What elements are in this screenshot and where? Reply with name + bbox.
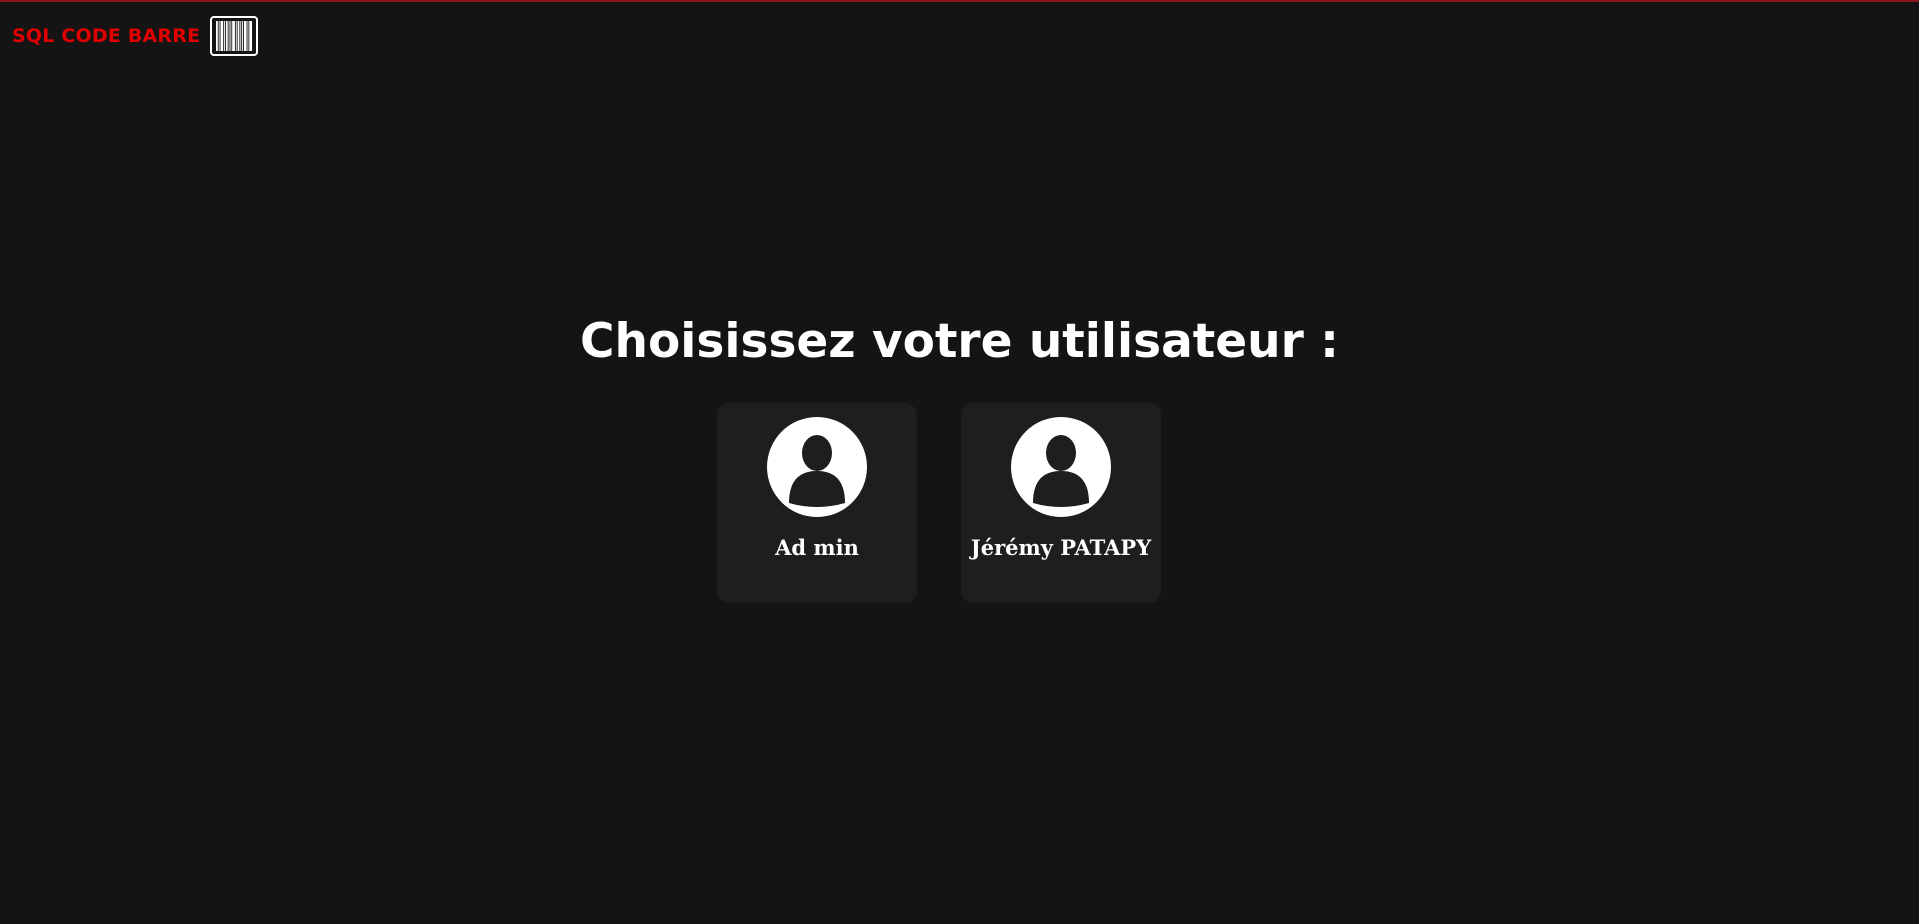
app-title: SQL CODE BARRE	[12, 25, 201, 47]
user-card-admin[interactable]: Ad min	[717, 403, 917, 603]
user-list: Ad min Jérémy PATAPY	[717, 403, 1161, 603]
barcode-icon	[210, 16, 259, 56]
page-title: Choisissez votre utilisateur :	[580, 314, 1339, 369]
user-name: Ad min	[775, 535, 859, 560]
app-logo[interactable]: SQL CODE BARRE	[12, 16, 259, 56]
user-avatar-icon	[767, 417, 867, 517]
user-card-jeremy-patapy[interactable]: Jérémy PATAPY	[961, 403, 1161, 603]
top-accent-bar	[0, 0, 1919, 2]
user-avatar-icon	[1011, 417, 1111, 517]
user-name: Jérémy PATAPY	[970, 535, 1152, 560]
